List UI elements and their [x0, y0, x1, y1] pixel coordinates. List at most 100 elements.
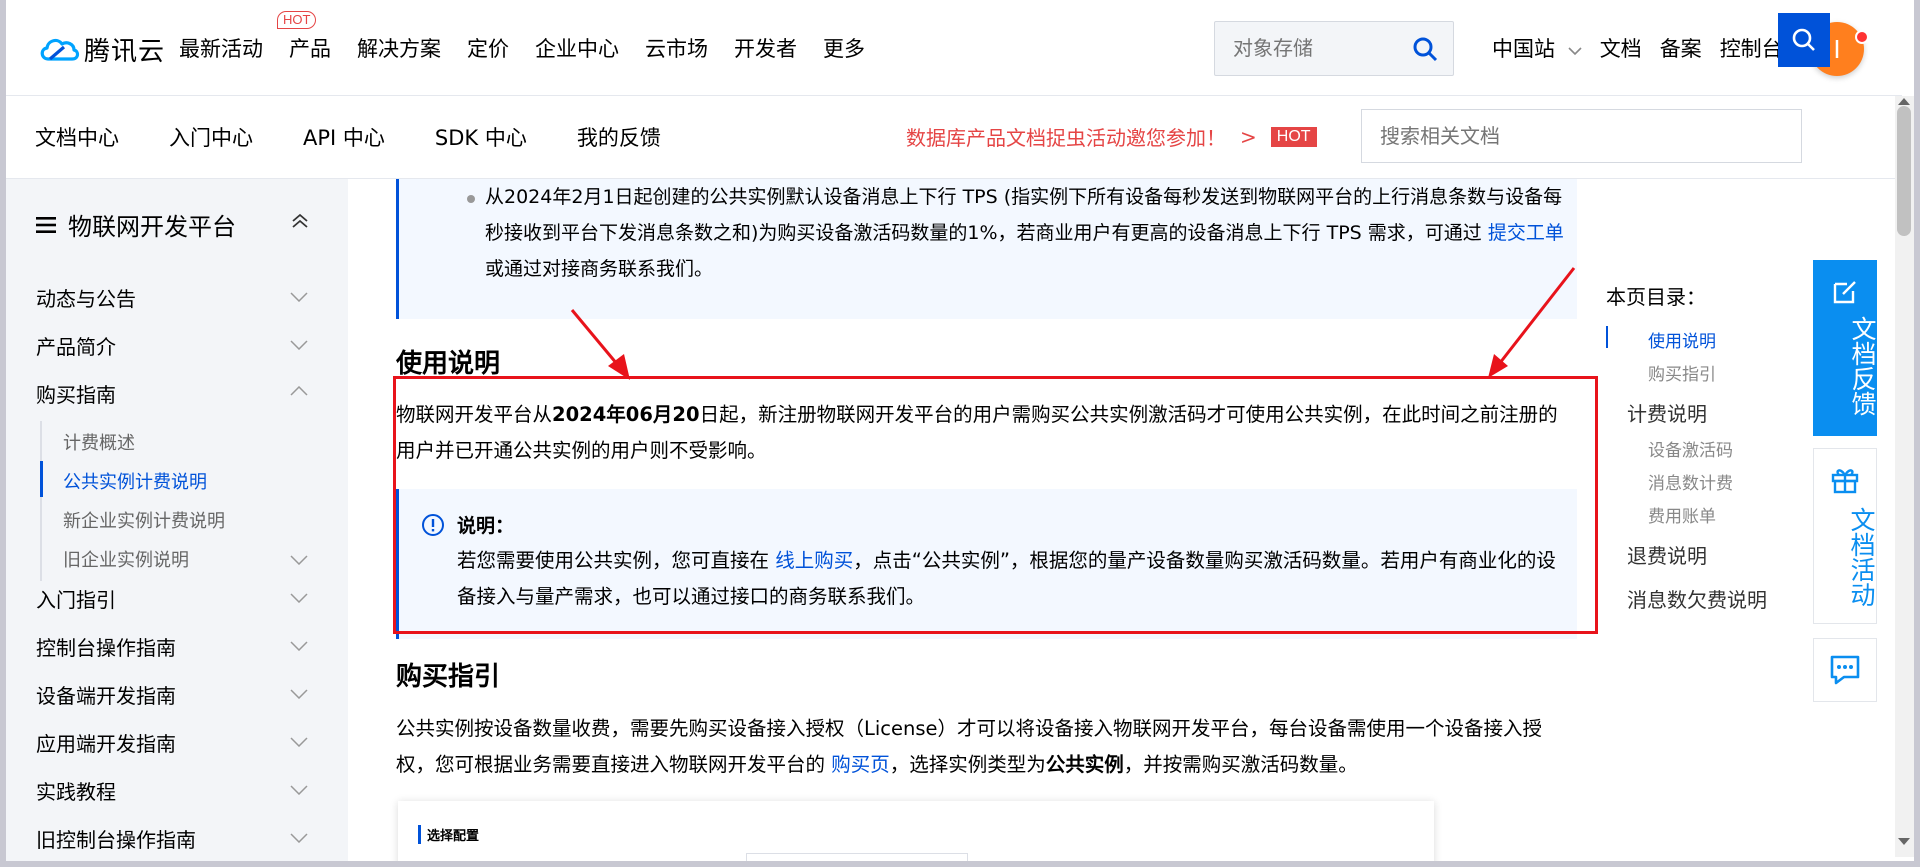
sidebar-subitem-billing-overview[interactable]: 计费概述: [63, 429, 135, 455]
double-chevron-up-icon[interactable]: [290, 213, 310, 229]
chat-button[interactable]: [1813, 638, 1877, 702]
notice-top-text-2: 或通过对接商务联系我们。: [485, 258, 714, 280]
nav-item-developers[interactable]: 开发者: [734, 33, 797, 63]
chevron-up-icon[interactable]: [290, 386, 308, 396]
sidebar-item-purchase-guide[interactable]: 购买指南: [36, 379, 116, 408]
toc-title: 本页目录：: [1606, 285, 1706, 309]
sidebar-item-console-guide[interactable]: 控制台操作指南: [36, 632, 176, 661]
toc-item-usage[interactable]: 使用说明: [1648, 327, 1716, 352]
promo-hot-badge: HOT: [1270, 126, 1317, 147]
doc-activity-button[interactable]: 文档活动: [1813, 448, 1877, 624]
edit-icon: [1833, 281, 1856, 304]
notice-top: 从2024年2月1日起创建的公共实例默认设备消息上下行 TPS (指实例下所有设…: [396, 179, 1577, 319]
toc-item-activation-code[interactable]: 设备激活码: [1648, 436, 1733, 461]
hot-badge: HOT: [277, 11, 317, 29]
chevron-down-icon: [1568, 47, 1582, 56]
chevron-down-icon[interactable]: [290, 292, 308, 302]
toc-item-arrears[interactable]: 消息数欠费说明: [1627, 584, 1767, 613]
doc-activity-label: 文档活动: [1847, 507, 1876, 607]
subnav-sdk-center[interactable]: SDK 中心: [435, 122, 527, 152]
config-field: [746, 853, 968, 867]
list-bullet: [467, 195, 475, 203]
notification-dot: [1855, 30, 1869, 44]
sidebar-subitem-public-instance[interactable]: 公共实例计费说明: [63, 468, 207, 494]
toc-active-bar: [1606, 326, 1608, 348]
annotation-highlight-box: [393, 376, 1598, 634]
purchase-text-3: ，并按需购买激活码数量。: [1123, 753, 1358, 776]
sidebar-subitem-old-enterprise[interactable]: 旧企业实例说明: [63, 546, 189, 572]
subnav-my-feedback[interactable]: 我的反馈: [577, 122, 661, 152]
top-search-box[interactable]: [1214, 21, 1454, 76]
doc-search-input[interactable]: [1378, 123, 1762, 149]
subnav-doc-center[interactable]: 文档中心: [35, 122, 119, 152]
toc-item-refund[interactable]: 退费说明: [1627, 540, 1707, 569]
chevron-down-icon[interactable]: [290, 833, 308, 843]
nav-item-latest-activity[interactable]: 最新活动: [179, 33, 263, 63]
purchase-text-2: ，选择实例类型为: [889, 753, 1046, 776]
top-search-input[interactable]: [1231, 35, 1405, 61]
submenu-line: [40, 421, 42, 581]
sidebar-item-device-dev[interactable]: 设备端开发指南: [36, 680, 176, 709]
sidebar-subitem-new-enterprise[interactable]: 新企业实例计费说明: [63, 507, 225, 533]
nav-item-products[interactable]: 产品 HOT: [277, 11, 331, 63]
promo-banner[interactable]: 数据库产品文档捉虫活动邀您参加！ > HOT: [906, 122, 1317, 151]
sidebar-item-getting-started[interactable]: 入门指引: [36, 584, 116, 613]
toc-item-bill[interactable]: 费用账单: [1648, 502, 1716, 527]
sidebar-item-intro[interactable]: 产品简介: [36, 331, 116, 360]
top-right-links: 中国站 文档 备案 控制台: [1492, 33, 1801, 63]
chevron-down-icon[interactable]: [290, 555, 308, 565]
doc-search-box[interactable]: [1361, 109, 1802, 163]
sidebar-item-tutorials[interactable]: 实践教程: [36, 776, 116, 805]
filing-link[interactable]: 备案: [1660, 33, 1702, 63]
logo-text: 腾讯云: [84, 36, 166, 67]
chevron-down-icon[interactable]: [290, 593, 308, 603]
docs-link[interactable]: 文档: [1600, 33, 1642, 63]
gift-icon: [1831, 469, 1859, 494]
sidebar-item-old-console[interactable]: 旧控制台操作指南: [36, 824, 196, 853]
tencent-cloud-logo[interactable]: 腾讯云: [38, 32, 166, 67]
nav-item-enterprise[interactable]: 企业中心: [535, 33, 619, 63]
search-icon: [1792, 28, 1815, 51]
menu-icon[interactable]: [36, 216, 56, 233]
region-selector[interactable]: 中国站: [1492, 33, 1582, 63]
chevron-down-icon[interactable]: [290, 340, 308, 350]
promo-arrow: >: [1240, 124, 1257, 149]
doc-feedback-label: 文档反馈: [1848, 316, 1877, 416]
nav-item-marketplace[interactable]: 云市场: [645, 33, 708, 63]
region-label: 中国站: [1492, 37, 1555, 61]
chevron-down-icon[interactable]: [290, 689, 308, 699]
nav-item-pricing[interactable]: 定价: [467, 33, 509, 63]
purchase-paragraph: 公共实例按设备数量收费，需要先购买设备接入授权（License）才可以将设备接入…: [396, 711, 1576, 783]
sidebar-item-news[interactable]: 动态与公告: [36, 283, 136, 312]
scroll-up-arrow[interactable]: [1898, 98, 1910, 105]
chevron-down-icon[interactable]: [290, 737, 308, 747]
toc-item-purchase-guide[interactable]: 购买指引: [1648, 360, 1716, 385]
nav-item-more[interactable]: 更多: [823, 33, 865, 63]
doc-subnav: 文档中心 入门中心 API 中心 SDK 中心 我的反馈 数据库产品文档捉虫活动…: [6, 96, 1902, 179]
purchase-page-link[interactable]: 购买页: [831, 753, 890, 776]
scrollbar-thumb[interactable]: [1897, 106, 1911, 236]
submit-ticket-link[interactable]: 提交工单: [1488, 222, 1564, 244]
sidebar-title: 物联网开发平台: [36, 207, 236, 242]
sidebar-item-app-dev[interactable]: 应用端开发指南: [36, 728, 176, 757]
subnav-api-center[interactable]: API 中心: [303, 122, 385, 152]
scroll-down-arrow[interactable]: [1898, 838, 1910, 845]
doc-feedback-button[interactable]: 文档反馈: [1813, 260, 1877, 436]
promo-text: 数据库产品文档捉虫活动邀您参加！: [906, 126, 1226, 150]
sidebar-title-text: 物联网开发平台: [68, 213, 236, 241]
nav-item-solutions[interactable]: 解决方案: [357, 33, 441, 63]
top-nav: 腾讯云 最新活动 产品 HOT 解决方案 定价 企业中心 云市场 开发者 更多 …: [6, 0, 1902, 96]
nav-item-products-label: 产品: [289, 37, 331, 61]
toc-item-billing[interactable]: 计费说明: [1627, 398, 1707, 427]
notice-top-text-1: 从2024年2月1日起创建的公共实例默认设备消息上下行 TPS (指实例下所有设…: [485, 186, 1563, 244]
notice-top-text: 从2024年2月1日起创建的公共实例默认设备消息上下行 TPS (指实例下所有设…: [485, 179, 1565, 287]
console-link[interactable]: 控制台: [1720, 33, 1783, 63]
chevron-down-icon[interactable]: [290, 641, 308, 651]
doc-search-button[interactable]: [1778, 13, 1830, 67]
subnav-getting-started[interactable]: 入门中心: [169, 122, 253, 152]
submenu-active-bar: [40, 461, 43, 497]
search-icon[interactable]: [1411, 35, 1439, 63]
chevron-down-icon[interactable]: [290, 785, 308, 795]
chat-icon: [1830, 655, 1860, 685]
toc-item-message-billing[interactable]: 消息数计费: [1648, 469, 1733, 494]
